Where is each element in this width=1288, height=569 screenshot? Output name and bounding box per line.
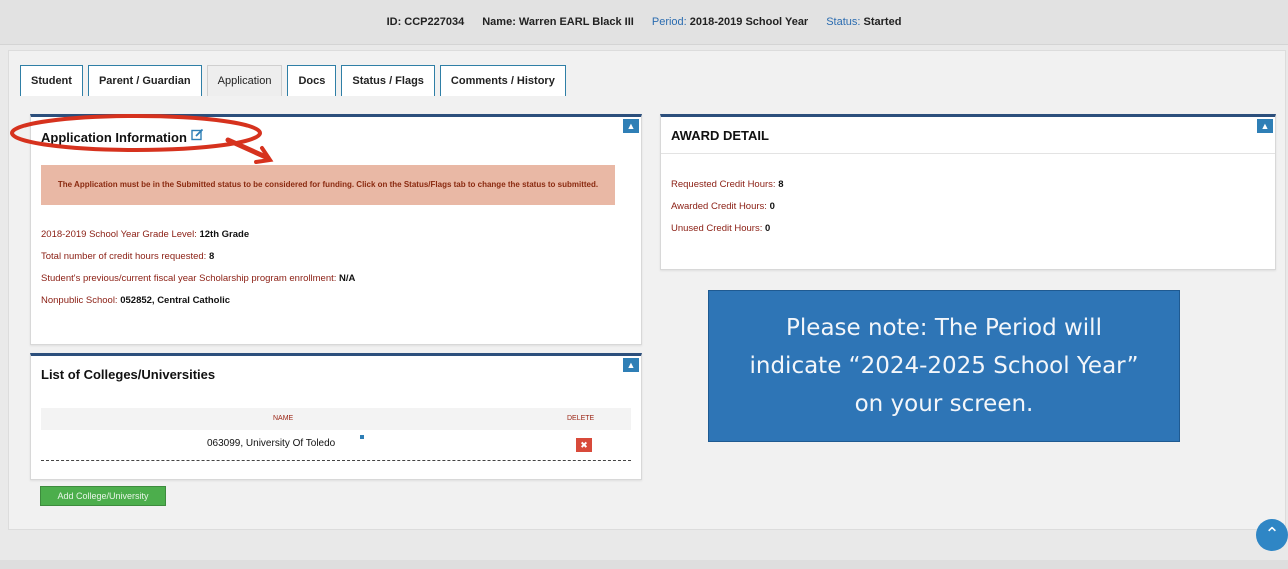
field-nonpublic-school: Nonpublic School: 052852, Central Cathol…	[41, 295, 231, 306]
id-value: CCP227034	[404, 16, 465, 28]
award-detail-title: AWARD DETAIL	[671, 128, 769, 143]
student-info-bar: ID: CCP227034 Name: Warren EARL Black II…	[0, 0, 1288, 45]
collapse-application-button[interactable]: ▲	[623, 119, 639, 133]
tab-docs[interactable]: Docs	[287, 65, 337, 96]
delete-college-button[interactable]: ✖	[576, 438, 592, 452]
colleges-table-header: NAME DELETE	[41, 408, 631, 431]
annotation-circle-arrow	[10, 114, 274, 164]
award-requested: Requested Credit Hours: 8	[671, 179, 784, 190]
award-awarded: Awarded Credit Hours: 0	[671, 201, 775, 212]
scroll-to-top-button[interactable]: ⌃	[1256, 519, 1288, 551]
add-college-button[interactable]: Add College/University	[40, 486, 166, 506]
tab-comments-history[interactable]: Comments / History	[439, 65, 566, 96]
footer-bar	[0, 560, 1288, 569]
period-note-callout: Please note: The Period will indicate “2…	[708, 290, 1180, 442]
name-value: Warren EARL Black III	[518, 16, 634, 28]
tab-status-flags[interactable]: Status / Flags	[341, 65, 435, 96]
tab-student[interactable]: Student	[20, 65, 83, 96]
status-value: Started	[863, 16, 902, 28]
collapse-award-button[interactable]: ▲	[1257, 119, 1273, 133]
period-value: 2018-2019 School Year	[689, 16, 809, 28]
field-scholarship-enrollment: Student's previous/current fiscal year S…	[41, 273, 356, 284]
tab-bar: Student Parent / Guardian Application Do…	[20, 65, 566, 96]
award-detail-panel: ▲ AWARD DETAIL Requested Credit Hours: 8…	[660, 114, 1276, 270]
colleges-panel: ▲ List of Colleges/Universities NAME DEL…	[30, 353, 642, 480]
info-icon[interactable]	[360, 435, 364, 439]
college-name: 063099, University Of Toledo	[207, 438, 336, 449]
field-grade-level: 2018-2019 School Year Grade Level: 12th …	[41, 229, 250, 240]
table-row: 063099, University Of Toledo ✖	[41, 430, 631, 461]
award-unused: Unused Credit Hours: 0	[671, 223, 771, 234]
column-name: NAME	[273, 415, 294, 422]
tab-application[interactable]: Application	[206, 65, 283, 96]
status-label: Status:	[826, 16, 861, 28]
divider	[661, 153, 1275, 154]
period-label: Period:	[651, 16, 687, 28]
tab-parent-guardian[interactable]: Parent / Guardian	[87, 65, 202, 96]
field-credit-hours: Total number of credit hours requested: …	[41, 251, 215, 262]
name-label: Name:	[482, 16, 516, 28]
id-label: ID:	[386, 16, 402, 28]
colleges-title: List of Colleges/Universities	[41, 367, 216, 382]
column-delete: DELETE	[567, 415, 595, 422]
collapse-colleges-button[interactable]: ▲	[623, 358, 639, 372]
submit-status-alert: The Application must be in the Submitted…	[41, 165, 615, 205]
